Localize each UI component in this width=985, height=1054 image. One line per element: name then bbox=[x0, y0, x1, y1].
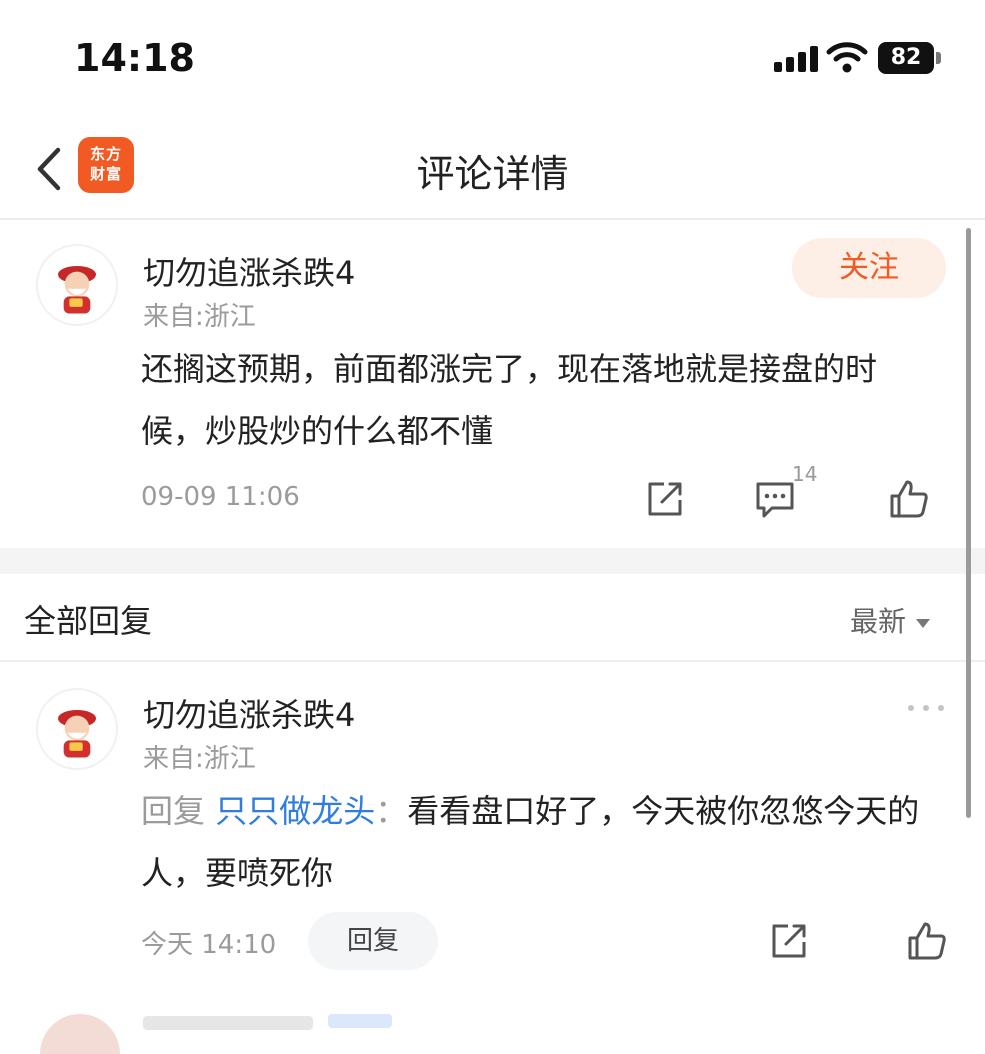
follow-button[interactable]: 关注 bbox=[792, 238, 946, 298]
next-tag-placeholder bbox=[328, 1014, 392, 1028]
battery-icon: 82 bbox=[878, 42, 934, 74]
replies-section-title: 全部回复 bbox=[24, 602, 153, 640]
divider bbox=[0, 660, 985, 662]
more-icon[interactable] bbox=[906, 696, 946, 720]
avatar[interactable] bbox=[40, 1014, 120, 1054]
reply-target-link[interactable]: 只只做龙头 bbox=[215, 792, 375, 830]
reply-location: 来自:浙江 bbox=[143, 744, 256, 774]
comment-timestamp: 09-09 11:06 bbox=[141, 482, 300, 512]
avatar[interactable] bbox=[36, 688, 118, 770]
avatar[interactable] bbox=[36, 244, 118, 326]
like-button[interactable] bbox=[886, 476, 932, 522]
next-username-placeholder bbox=[143, 1016, 313, 1030]
sort-dropdown[interactable]: 最新 bbox=[850, 600, 931, 640]
thumbs-up-icon bbox=[908, 922, 946, 960]
reply-colon: ： bbox=[375, 792, 408, 830]
like-button[interactable] bbox=[904, 918, 950, 964]
reply-timestamp: 今天 14:10 bbox=[141, 930, 277, 960]
caret-down-icon bbox=[916, 618, 931, 628]
reply-text-block: 回复 只只做龙头：看看盘口好了，今天被你忽悠今天的人，要喷死你 bbox=[141, 780, 941, 904]
reply-username[interactable]: 切勿追涨杀跌4 bbox=[143, 690, 355, 736]
page-title: 评论详情 bbox=[416, 152, 569, 196]
share-icon bbox=[648, 482, 682, 516]
share-button[interactable] bbox=[642, 476, 688, 522]
sort-label: 最新 bbox=[850, 605, 907, 638]
share-button[interactable] bbox=[766, 918, 812, 964]
reply-count-badge: 14 bbox=[792, 462, 818, 486]
thumbs-up-icon bbox=[890, 480, 928, 518]
status-time: 14:18 bbox=[74, 36, 195, 80]
signal-icon bbox=[774, 46, 820, 72]
share-icon bbox=[772, 924, 806, 958]
wifi-icon bbox=[826, 40, 868, 74]
comment-username[interactable]: 切勿追涨杀跌4 bbox=[143, 248, 355, 294]
battery-tip bbox=[936, 52, 941, 64]
comment-text: 还搁这预期，前面都涨完了，现在落地就是接盘的时候，炒股炒的什么都不懂 bbox=[141, 350, 878, 450]
reply-button[interactable]: 回复 bbox=[308, 912, 438, 970]
scrollbar[interactable] bbox=[966, 228, 971, 818]
section-gap bbox=[0, 548, 985, 574]
reply-prefix: 回复 bbox=[141, 792, 206, 830]
comment-location: 来自:浙江 bbox=[143, 302, 256, 332]
nav-divider bbox=[0, 218, 985, 220]
